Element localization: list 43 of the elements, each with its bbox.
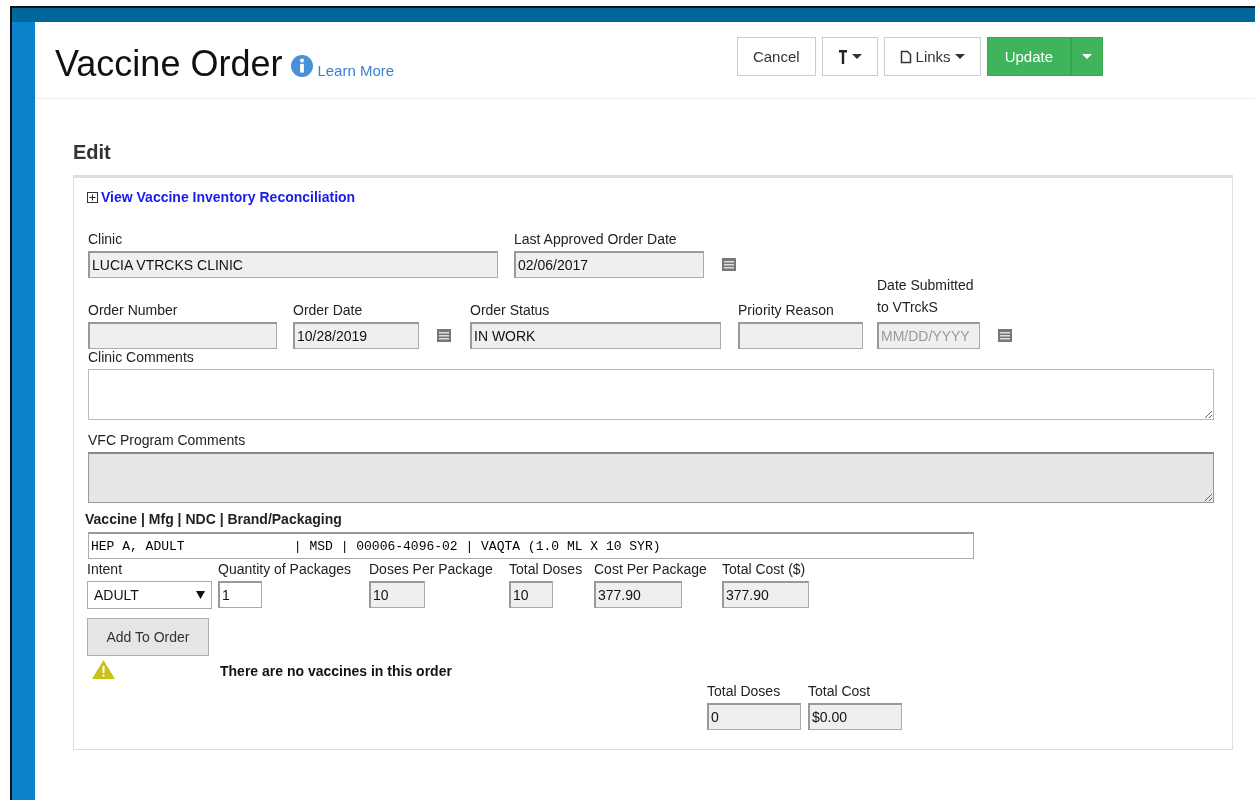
intent-select[interactable]: ADULT [87,581,212,609]
document-icon [899,49,912,64]
field-label: Doses Per Package [369,561,494,577]
field-label: Intent [87,561,124,577]
calendar-icon[interactable] [722,258,736,271]
field-label: Last Approved Order Date [514,231,678,247]
warning-icon [92,660,115,679]
calendar-icon[interactable] [998,329,1012,342]
page-title: Vaccine Order [55,42,283,86]
warning-message: There are no vaccines in this order [220,663,452,679]
field-label: Order Date [293,301,364,318]
pin-menu-button[interactable] [821,37,878,76]
field-label: VFC Program Comments [88,432,247,448]
pin-icon [837,49,848,64]
field-label: Priority Reason [738,301,835,318]
field-label: Order Number [88,301,179,318]
field-label: Quantity of Packages [218,561,353,577]
field-label: Total Doses [509,561,584,577]
add-to-order-button[interactable]: Add To Order [87,618,209,656]
field-label: Clinic [88,231,124,247]
caret-icon [954,53,965,60]
caret-icon [851,53,862,60]
section-title: Edit [73,141,112,164]
comments-field[interactable] [88,369,1214,420]
reconciliation-link[interactable]: View Vaccine Inventory Reconciliation [101,189,356,205]
text-field[interactable]: 1 [218,581,262,608]
vaccine-field[interactable]: HEP A, ADULT | MSD | 00006-4096-02 | VAQTA (1.0 ML X 10 SYR) [88,532,974,559]
field-label: Cost Per Package [594,561,708,577]
cancel-button[interactable]: Cancel [736,37,816,76]
learn-more-link[interactable]: Learn More [317,62,395,79]
info-icon [291,55,314,77]
caret-icon [1082,53,1092,60]
field-label: Total Doses [707,683,782,699]
dropdown-arrow-icon [196,591,205,599]
expand-icon[interactable] [87,191,98,203]
field-label: Total Cost ($) [722,561,807,577]
field-label: Clinic Comments [88,349,195,365]
field-label: Order Status [470,301,551,318]
field-label: Vaccine | Mfg | NDC | Brand/Packaging [85,511,343,527]
links-menu-button[interactable]: Links [883,37,981,76]
update-menu-button[interactable] [1071,37,1103,76]
field-label: Total Cost [808,683,872,699]
calendar-icon[interactable] [437,329,451,342]
